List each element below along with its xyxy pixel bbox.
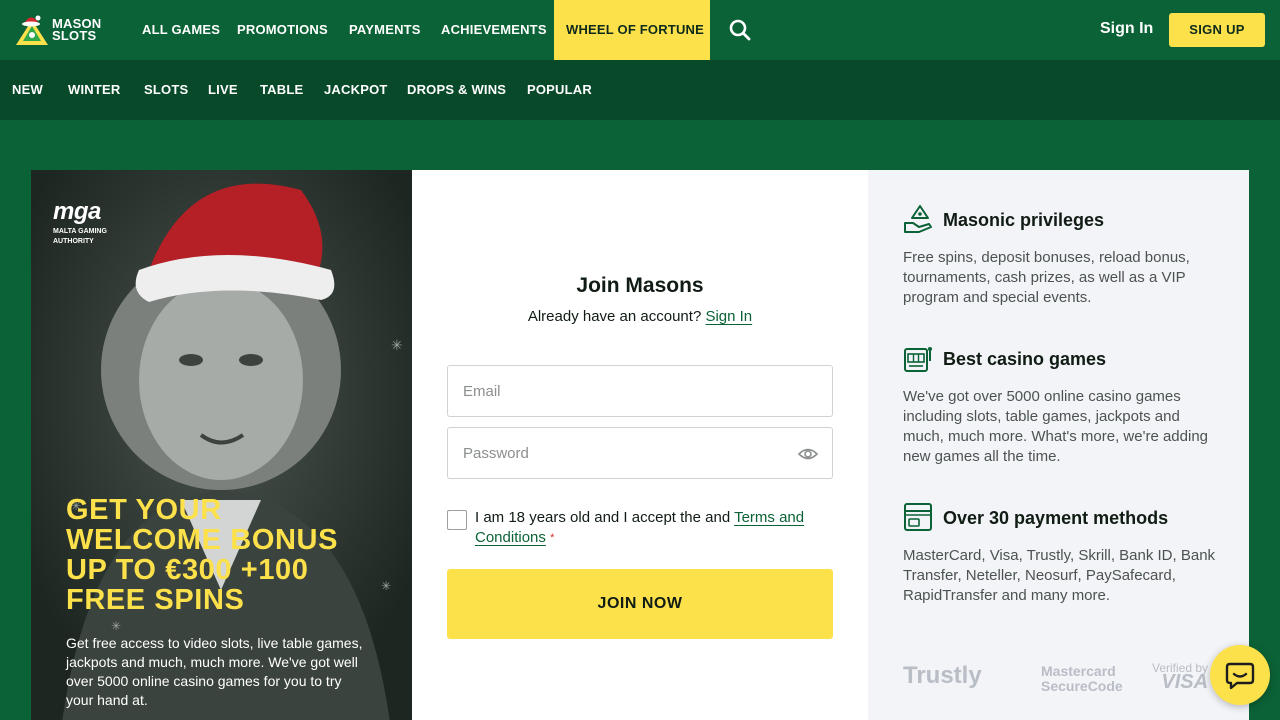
category-popular[interactable]: POPULAR bbox=[527, 60, 592, 120]
mga-logo: mga MALTA GAMING AUTHORITY bbox=[53, 198, 107, 246]
welcome-bonus-description: Get free access to video slots, live tab… bbox=[66, 635, 363, 708]
verified-by-visa-logo: Verified by VISA bbox=[1152, 662, 1209, 693]
category-new[interactable]: NEW bbox=[12, 60, 43, 120]
slot-machine-icon bbox=[904, 347, 932, 372]
required-asterisk: * bbox=[550, 532, 555, 544]
nav-wheel-of-fortune[interactable]: WHEEL OF FORTUNE bbox=[554, 0, 710, 60]
top-navigation: MASON SLOTS ALL GAMES PROMOTIONS PAYMENT… bbox=[0, 0, 1280, 60]
form-title: Join Masons bbox=[576, 274, 704, 297]
age-terms-label: I am 18 years old and I accept the and T… bbox=[475, 508, 835, 548]
category-navigation: NEW WINTER SLOTS LIVE TABLE JACKPOT DROP… bbox=[0, 60, 1280, 120]
signup-card: ✳ ✳ ✳ ✳ mga MALTA GAMING AUTHORITY GET Y… bbox=[31, 170, 1249, 720]
mason-slots-logo[interactable]: MASON SLOTS bbox=[14, 12, 106, 48]
search-icon[interactable] bbox=[729, 19, 751, 41]
payment-logos: Trustly Mastercard SecureCode Verified b… bbox=[903, 662, 1223, 702]
terms-prefix-text: I am 18 years old and I accept the and bbox=[475, 509, 731, 526]
show-password-eye-icon[interactable] bbox=[798, 444, 818, 464]
trustly-logo-text: Trustly bbox=[903, 662, 982, 689]
mga-logo-text: mga bbox=[53, 198, 101, 225]
join-now-button[interactable]: JOIN NOW bbox=[447, 569, 833, 639]
feature-masonic-privileges: Masonic privileges Free spins, deposit b… bbox=[903, 204, 1223, 308]
trustly-logo: Trustly bbox=[903, 662, 982, 690]
svg-text:✳: ✳ bbox=[391, 338, 403, 354]
svg-text:✳: ✳ bbox=[111, 619, 121, 633]
feature-description: MasterCard, Visa, Trustly, Skrill, Bank … bbox=[903, 547, 1216, 604]
sign-in-link[interactable]: Sign In bbox=[1100, 20, 1153, 38]
welcome-bonus-headline: GET YOUR WELCOME BONUS UP TO €300 +100 F… bbox=[66, 494, 339, 616]
feature-description: We've got over 5000 online casino games … bbox=[903, 388, 1209, 465]
logo-text: MASON SLOTS bbox=[52, 17, 101, 43]
securecode-text: SecureCode bbox=[1041, 678, 1123, 694]
mga-logo-subtext-1: MALTA GAMING bbox=[53, 228, 107, 235]
form-sign-in-link[interactable]: Sign In bbox=[705, 308, 752, 325]
nav-promotions[interactable]: PROMOTIONS bbox=[237, 0, 328, 60]
category-slots[interactable]: SLOTS bbox=[144, 60, 188, 120]
existing-account-prompt: Already have an account? Sign In bbox=[412, 308, 868, 325]
existing-account-text: Already have an account? bbox=[527, 308, 702, 325]
signup-form: Join Masons Already have an account? Sig… bbox=[412, 170, 868, 720]
feature-title: Over 30 payment methods bbox=[943, 508, 1169, 528]
category-live[interactable]: LIVE bbox=[208, 60, 238, 120]
visa-text: VISA bbox=[1161, 671, 1209, 693]
sign-up-button[interactable]: SIGN UP bbox=[1169, 13, 1265, 47]
nav-payments[interactable]: PAYMENTS bbox=[349, 0, 421, 60]
mastercard-text: Mastercard bbox=[1041, 663, 1116, 679]
mga-logo-subtext-2: AUTHORITY bbox=[53, 238, 94, 245]
live-chat-button[interactable] bbox=[1210, 645, 1270, 705]
feature-description: Free spins, deposit bonuses, reload bonu… bbox=[903, 249, 1190, 306]
password-field[interactable] bbox=[447, 427, 833, 479]
feature-title: Masonic privileges bbox=[943, 210, 1105, 230]
mastercard-securecode-logo: Mastercard SecureCode bbox=[1041, 664, 1123, 694]
welcome-bonus-banner: ✳ ✳ ✳ ✳ mga MALTA GAMING AUTHORITY GET Y… bbox=[31, 170, 412, 720]
feature-payment-methods: Over 30 payment methods MasterCard, Visa… bbox=[903, 502, 1223, 606]
feature-best-casino-games: Best casino games We've got over 5000 on… bbox=[903, 343, 1223, 467]
category-drops-wins[interactable]: DROPS & WINS bbox=[407, 60, 506, 120]
email-field[interactable] bbox=[447, 365, 833, 417]
feature-title: Best casino games bbox=[943, 349, 1107, 369]
email-input[interactable] bbox=[463, 366, 783, 416]
nav-all-games[interactable]: ALL GAMES bbox=[142, 0, 220, 60]
category-winter[interactable]: WINTER bbox=[68, 60, 120, 120]
chat-bubble-icon bbox=[1225, 662, 1255, 690]
password-input[interactable] bbox=[463, 428, 783, 478]
age-terms-checkbox[interactable] bbox=[447, 510, 467, 530]
logo-line-2: SLOTS bbox=[52, 28, 97, 43]
wallet-card-icon bbox=[904, 503, 932, 531]
category-jackpot[interactable]: JACKPOT bbox=[324, 60, 388, 120]
benefits-panel: Masonic privileges Free spins, deposit b… bbox=[868, 170, 1249, 720]
category-table[interactable]: TABLE bbox=[260, 60, 303, 120]
nav-achievements[interactable]: ACHIEVEMENTS bbox=[441, 0, 547, 60]
logo-pyramid-icon bbox=[16, 15, 48, 45]
hand-coin-icon bbox=[904, 205, 932, 233]
